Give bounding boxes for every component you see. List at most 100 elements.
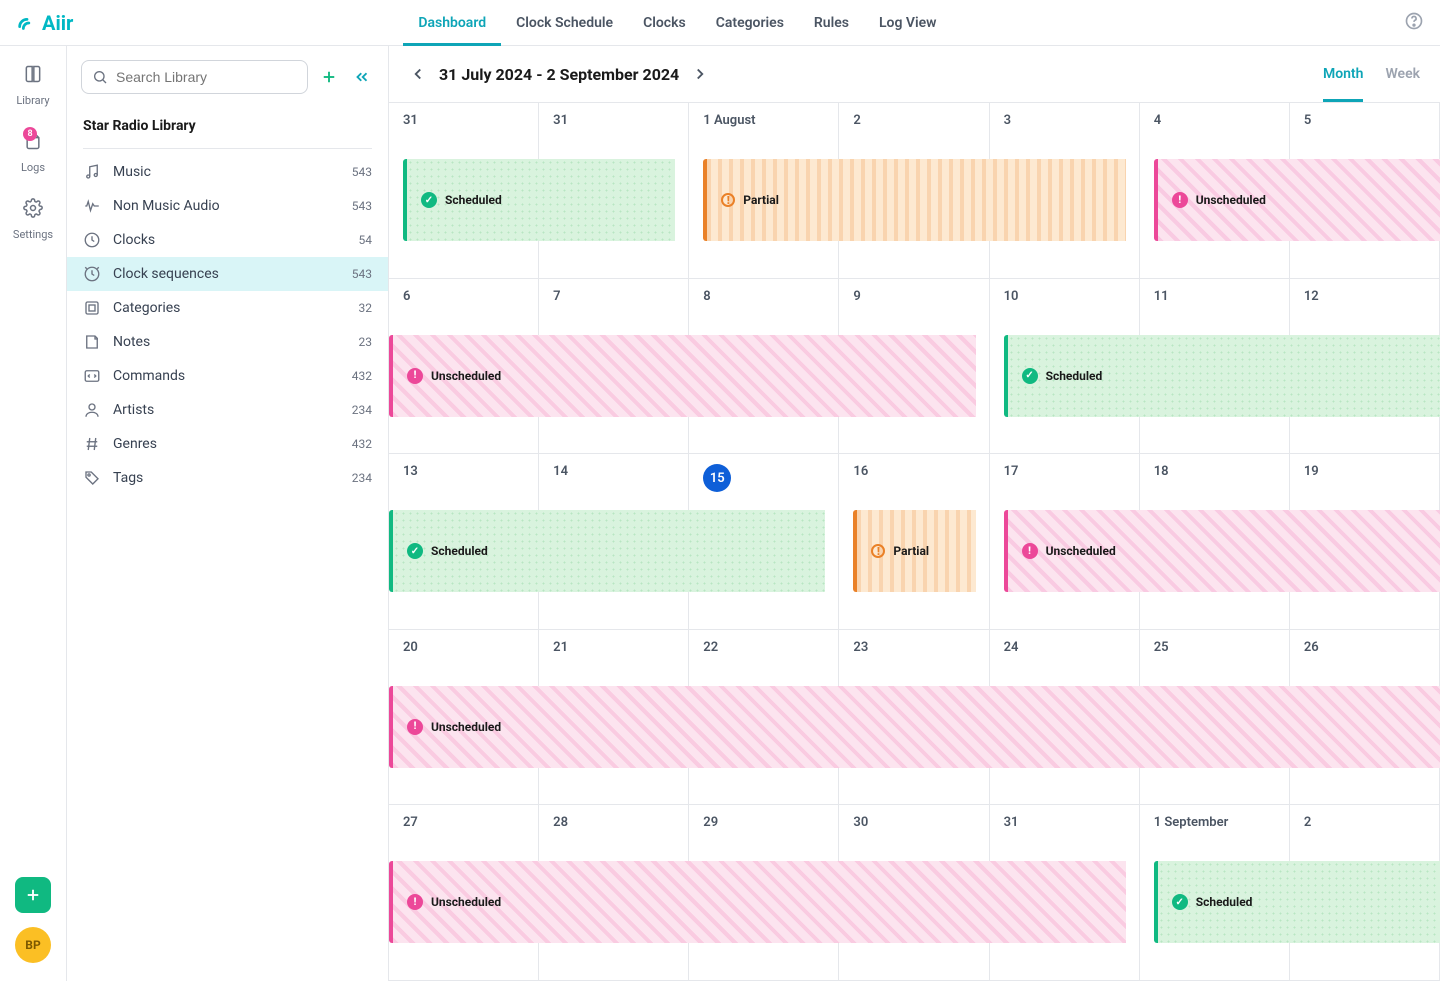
event-band-label: Unscheduled [1196,193,1266,207]
calendar-date: 30 [853,815,974,830]
topnav-item-clock-schedule[interactable]: Clock Schedule [501,0,628,45]
calendar-date: 19 [1304,464,1425,479]
calendar-date: 10 [1004,289,1125,304]
calendar-date: 31 [403,113,524,128]
view-tab-week[interactable]: Week [1385,46,1420,102]
calendar-date: 8 [703,289,824,304]
event-band-scheduled[interactable]: ✓Scheduled [1154,861,1440,943]
sidebar-list: Music543Non Music Audio543Clocks54Clock … [67,155,388,495]
view-tab-month[interactable]: Month [1323,46,1364,102]
check-icon: ✓ [1022,368,1038,384]
error-icon: ! [1022,543,1038,559]
sidebar-item-label: Non Music Audio [113,198,220,214]
main-content: 31 July 2024 - 2 September 2024 Month Wee… [389,46,1440,981]
collapse-sidebar-button[interactable] [349,60,374,94]
code-icon [83,367,101,385]
sidebar-item-tags[interactable]: Tags234 [67,461,388,495]
add-button[interactable] [15,877,51,913]
next-month-button[interactable] [691,65,709,83]
sidebar-item-label: Commands [113,368,185,384]
sidebar-item-notes[interactable]: Notes 23 [67,325,388,359]
calendar-date: 21 [553,640,674,655]
calendar-date: 3 [1004,113,1125,128]
calendar-date: 16 [853,464,974,479]
sidebar-item-commands[interactable]: Commands 432 [67,359,388,393]
rail-item-library[interactable]: Library [16,64,49,107]
topnav-item-clocks[interactable]: Clocks [628,0,701,45]
calendar-date: 14 [553,464,674,479]
help-icon[interactable] [1404,11,1424,35]
event-band-unscheduled[interactable]: ! Unscheduled [1154,159,1440,241]
event-band-label: Unscheduled [1046,544,1116,558]
topnav-item-rules[interactable]: Rules [799,0,864,45]
sidebar-item-count: 32 [359,301,373,315]
sidebar-item-count: 432 [352,369,372,383]
calendar-header: 31 July 2024 - 2 September 2024 Month Wee… [389,46,1440,102]
sidebar-item-count: 234 [352,471,372,485]
event-band-label: Unscheduled [431,720,501,734]
sidebar-item-music[interactable]: Music543 [67,155,388,189]
gear-icon [23,198,43,222]
search-input-wrap[interactable] [81,60,308,94]
add-library-button[interactable] [316,60,341,94]
sidebar-item-non-music-audio[interactable]: Non Music Audio543 [67,189,388,223]
tag-icon [83,469,101,487]
calendar-date: 13 [403,464,524,479]
calendar-date: 25 [1154,640,1275,655]
sidebar-item-clock-sequences[interactable]: Clock sequences543 [67,257,388,291]
sidebar-item-genres[interactable]: Genres432 [67,427,388,461]
calendar-date: 29 [703,815,824,830]
calendar-date: 24 [1004,640,1125,655]
calendar-date: 20 [403,640,524,655]
event-band-partial[interactable]: !Partial [853,510,975,592]
sidebar-item-categories[interactable]: Categories32 [67,291,388,325]
event-band-label: Unscheduled [431,369,501,383]
event-band-scheduled[interactable]: ✓Scheduled [403,159,675,241]
alert-icon: ! [871,544,885,558]
calendar-row: 31311 August2345✓Scheduled!Partial!Unsch… [389,103,1440,279]
sidebar-item-count: 23 [359,335,373,349]
topnav-item-dashboard[interactable]: Dashboard [403,0,501,45]
sidebar-item-artists[interactable]: Artists234 [67,393,388,427]
event-band-unscheduled[interactable]: !Unscheduled [389,335,976,417]
music-icon [83,163,101,181]
topnav-item-categories[interactable]: Categories [701,0,799,45]
calendar-date: 17 [1004,464,1125,479]
calendar-date: 12 [1304,289,1425,304]
rail-item-label: Logs [21,161,45,174]
sidebar-toolbar [67,60,388,108]
prev-month-button[interactable] [409,65,427,83]
event-band-partial[interactable]: !Partial [703,159,1125,241]
user-avatar[interactable]: BP [15,927,51,963]
date-range: 31 July 2024 - 2 September 2024 [439,65,679,84]
event-band-unscheduled[interactable]: ! Unscheduled [389,861,1126,943]
hash-icon [83,435,101,453]
sidebar-item-count: 543 [352,165,372,179]
top-nav: DashboardClock ScheduleClocksCategoriesR… [403,0,951,45]
event-band-label: Unscheduled [431,895,501,909]
event-band-label: Partial [743,193,779,207]
sidebar-item-label: Artists [113,402,154,418]
rail-item-label: Settings [13,228,53,241]
sidebar-item-count: 432 [352,437,372,451]
search-input[interactable] [116,69,297,85]
sidebar-item-label: Clock sequences [113,266,219,282]
calendar-row: 13141516171819✓Scheduled!Partial!Unsched… [389,454,1440,630]
event-band-unscheduled[interactable]: ! Unscheduled [1004,510,1440,592]
sidebar-item-label: Notes [113,334,150,350]
check-icon: ✓ [421,192,437,208]
side-rail: Library Logs8 Settings BP [0,46,67,981]
topbar: Aiir DashboardClock ScheduleClocksCatego… [0,0,1440,46]
error-icon: ! [1172,192,1188,208]
event-band-scheduled[interactable]: ✓Scheduled [389,510,825,592]
rail-item-settings[interactable]: Settings [13,198,53,241]
sidebar-item-clocks[interactable]: Clocks54 [67,223,388,257]
event-band-unscheduled[interactable]: !Unscheduled [389,686,1440,768]
calendar-date: 5 [1304,113,1425,128]
event-band-scheduled[interactable]: ✓Scheduled [1004,335,1440,417]
topnav-item-log-view[interactable]: Log View [864,0,952,45]
book-icon [23,64,43,88]
calendar-date: 6 [403,289,524,304]
error-icon: ! [407,894,423,910]
rail-item-logs[interactable]: Logs8 [21,131,45,174]
